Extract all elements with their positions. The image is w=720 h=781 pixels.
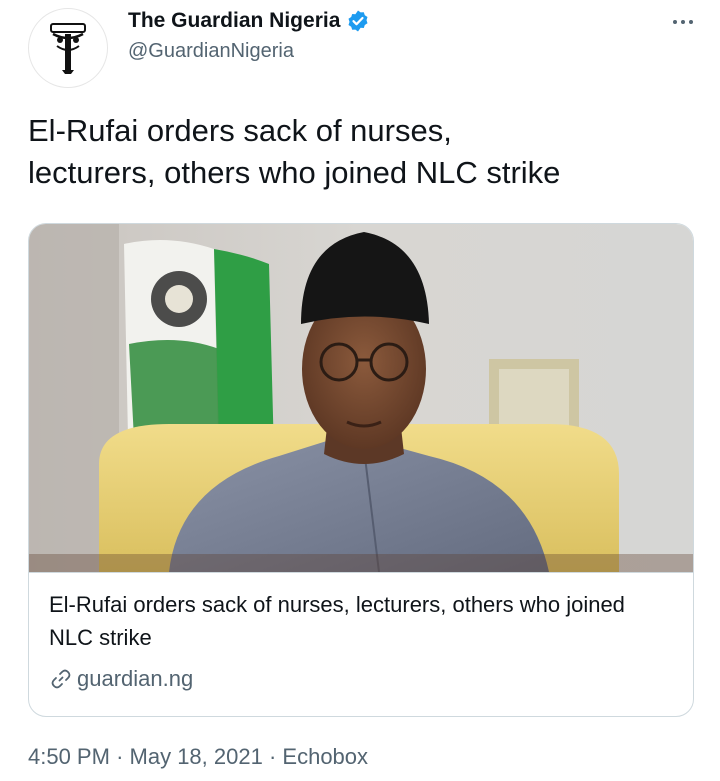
card-domain-text: guardian.ng <box>77 666 194 691</box>
card-domain[interactable]: guardian.ng <box>49 666 193 692</box>
link-icon <box>51 669 71 689</box>
display-name[interactable]: The Guardian Nigeria <box>128 9 340 33</box>
tweet-header: The Guardian Nigeria @GuardianNigeria <box>28 6 698 88</box>
handle[interactable]: @GuardianNigeria <box>128 40 370 63</box>
tweet-meta: 4:50 PM · May 18, 2021 · Echobox <box>28 744 368 770</box>
guardian-logo-icon <box>50 23 86 74</box>
tweet-time[interactable]: 4:50 PM <box>28 744 110 770</box>
tweet-date[interactable]: May 18, 2021 <box>130 744 263 770</box>
card-title[interactable]: El-Rufai orders sack of nurses, lecturer… <box>49 588 669 654</box>
tweet-text: El-Rufai orders sack of nurses, lecturer… <box>28 110 698 194</box>
account-names: The Guardian Nigeria @GuardianNigeria <box>128 6 370 63</box>
meta-separator: · <box>268 744 277 769</box>
card-divider <box>29 572 693 573</box>
tweet-source[interactable]: Echobox <box>282 744 368 770</box>
tweet-text-line-2: lecturers, others who joined NLC strike <box>28 155 561 190</box>
more-options-icon[interactable] <box>668 10 698 34</box>
card-image <box>29 224 693 572</box>
avatar[interactable] <box>28 8 108 88</box>
meta-separator: · <box>116 744 124 769</box>
link-card[interactable]: El-Rufai orders sack of nurses, lecturer… <box>28 223 694 717</box>
tweet-text-line-1: El-Rufai orders sack of nurses, <box>28 113 452 148</box>
verified-badge-icon <box>348 10 368 32</box>
